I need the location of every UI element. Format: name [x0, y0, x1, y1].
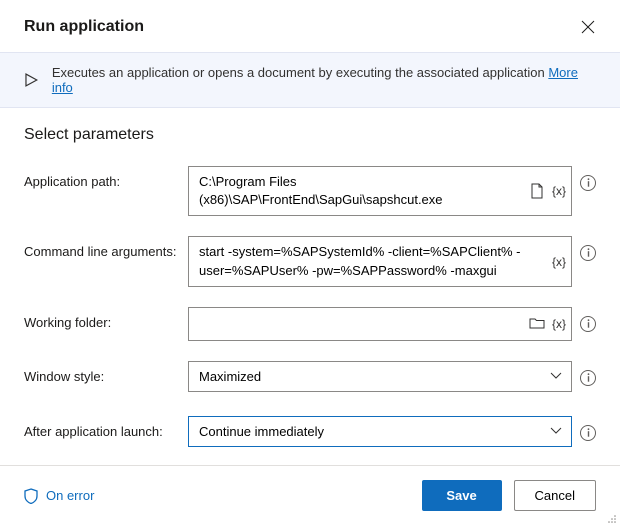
- window-style-select[interactable]: Maximized: [188, 361, 572, 392]
- label-working-folder: Working folder:: [24, 307, 180, 330]
- label-window-style: Window style:: [24, 361, 180, 384]
- select-wrap-after-launch: Continue immediately: [188, 416, 572, 447]
- row-command-line: Command line arguments: {x}: [24, 236, 596, 286]
- help-button-working-folder[interactable]: [580, 316, 596, 332]
- file-icon: [530, 183, 544, 199]
- after-launch-select[interactable]: Continue immediately: [188, 416, 572, 447]
- variable-picker-button[interactable]: {x}: [552, 255, 566, 269]
- input-wrap-working-folder: {x}: [188, 307, 572, 341]
- file-picker-button[interactable]: [528, 182, 546, 200]
- close-icon: [581, 20, 595, 34]
- run-icon: [24, 73, 38, 87]
- row-working-folder: Working folder: {x}: [24, 307, 596, 341]
- dialog-header: Run application: [0, 0, 620, 52]
- input-wrap-application-path: {x}: [188, 166, 572, 216]
- working-folder-input[interactable]: [188, 307, 572, 341]
- label-application-path: Application path:: [24, 166, 180, 189]
- help-button-after-launch[interactable]: [580, 425, 596, 441]
- run-application-dialog: Run application Executes an application …: [0, 0, 620, 527]
- label-after-launch: After application launch:: [24, 416, 180, 439]
- input-wrap-command-line: {x}: [188, 236, 572, 286]
- variable-picker-button[interactable]: {x}: [552, 184, 566, 198]
- folder-icon: [529, 317, 545, 330]
- footer-actions: Save Cancel: [422, 480, 596, 511]
- resize-grip-icon[interactable]: [607, 514, 617, 524]
- label-command-line: Command line arguments:: [24, 236, 180, 259]
- dialog-footer: On error Save Cancel: [0, 465, 620, 527]
- dialog-body: Select parameters Application path: {x} …: [0, 108, 620, 465]
- info-icon: [585, 373, 592, 383]
- help-button-application-path[interactable]: [580, 175, 596, 191]
- dialog-title: Run application: [24, 18, 144, 36]
- info-description: Executes an application or opens a docum…: [52, 65, 545, 80]
- info-icon: [585, 248, 592, 258]
- info-icon: [585, 319, 592, 329]
- application-path-input[interactable]: [188, 166, 572, 216]
- help-button-window-style[interactable]: [580, 370, 596, 386]
- on-error-button[interactable]: On error: [24, 488, 94, 504]
- info-text: Executes an application or opens a docum…: [52, 65, 596, 95]
- row-after-launch: After application launch: Continue immed…: [24, 416, 596, 447]
- close-button[interactable]: [580, 19, 596, 35]
- help-button-command-line[interactable]: [580, 245, 596, 261]
- save-button[interactable]: Save: [422, 480, 502, 511]
- info-icon: [585, 428, 592, 438]
- shield-icon: [24, 488, 38, 504]
- info-icon: [585, 178, 592, 188]
- row-window-style: Window style: Maximized: [24, 361, 596, 392]
- command-line-input[interactable]: [188, 236, 572, 286]
- info-banner: Executes an application or opens a docum…: [0, 52, 620, 108]
- row-application-path: Application path: {x}: [24, 166, 596, 216]
- variable-picker-button[interactable]: {x}: [552, 317, 566, 331]
- section-title: Select parameters: [24, 126, 596, 144]
- select-wrap-window-style: Maximized: [188, 361, 572, 392]
- folder-picker-button[interactable]: [528, 315, 546, 333]
- cancel-button[interactable]: Cancel: [514, 480, 596, 511]
- on-error-label: On error: [46, 488, 94, 503]
